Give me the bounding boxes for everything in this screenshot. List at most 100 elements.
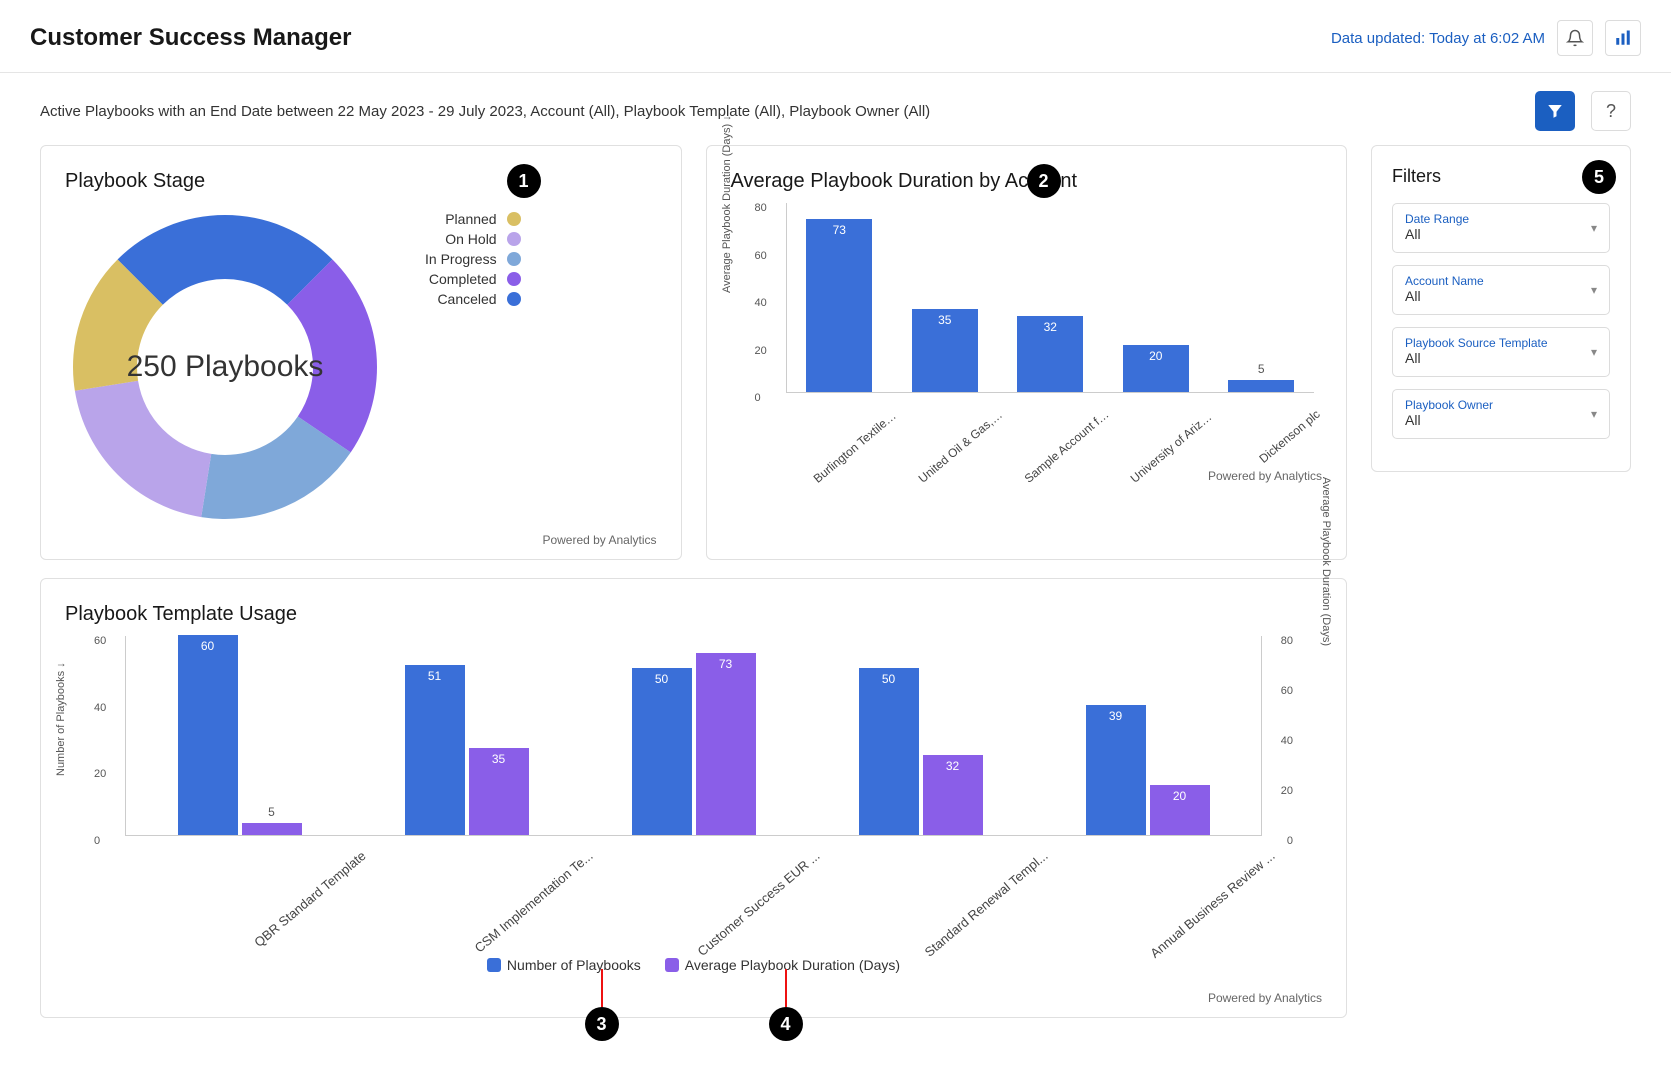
donut-slice-on-hold[interactable] (75, 381, 211, 517)
legend-label: Canceled (437, 291, 496, 307)
playbook-stage-card: Playbook Stage 1 250 Playbooks Planned On… (40, 145, 682, 560)
legend-label: Planned (445, 211, 496, 227)
y-tick-right: 60 (1281, 685, 1293, 697)
y-tick-right: 80 (1281, 635, 1293, 647)
x-tick-label: Dickenson plc (1233, 407, 1359, 529)
callout-4: 4 (769, 1007, 803, 1041)
bell-icon-button[interactable] (1557, 20, 1593, 56)
analytics-icon-button[interactable] (1605, 20, 1641, 56)
y-axis-label-left: Number of Playbooks ↓ (55, 662, 67, 776)
y-axis-label-right: Average Playbook Duration (Days) (1320, 477, 1332, 646)
bar[interactable]: 50 (632, 668, 692, 835)
donut-slice-canceled[interactable] (118, 215, 333, 305)
bar[interactable]: 20 (1123, 345, 1189, 393)
filter-value: All (1405, 288, 1421, 304)
bar-value-label: 5 (268, 805, 275, 819)
callout-3: 3 (585, 1007, 619, 1041)
y-tick-right: 0 (1287, 835, 1293, 847)
y-tick-left: 0 (94, 835, 100, 847)
filter-summary-row: Active Playbooks with an End Date betwee… (0, 73, 1671, 145)
bar[interactable]: 32 (1017, 316, 1083, 392)
help-button[interactable]: ? (1591, 91, 1631, 131)
y-tick: 0 (755, 392, 761, 404)
filter-select-account-name[interactable]: Account NameAll ▾ (1392, 265, 1610, 315)
bar[interactable]: 32 (923, 755, 983, 835)
bar[interactable]: 35 (469, 748, 529, 836)
filter-select-playbook-owner[interactable]: Playbook OwnerAll▾ (1392, 389, 1610, 439)
filter-summary-text: Active Playbooks with an End Date betwee… (40, 103, 930, 120)
bar-value-label: 60 (201, 639, 214, 653)
bar[interactable]: 5 (242, 823, 302, 836)
filter-select-date-range[interactable]: Date RangeAll▾ (1392, 203, 1610, 253)
bar[interactable]: 73 (806, 219, 872, 392)
bar-value-label: 39 (1109, 709, 1122, 723)
bar[interactable]: 35 (912, 309, 978, 392)
y-tick: 60 (755, 250, 767, 262)
filter-select-playbook-source-template[interactable]: Playbook Source TemplateAll▾ (1392, 327, 1610, 377)
bar-value-label: 51 (428, 669, 441, 683)
y-tick: 80 (755, 202, 767, 214)
legend-row[interactable]: Canceled (425, 291, 521, 307)
y-tick-left: 60 (94, 635, 106, 647)
y-tick: 40 (755, 297, 767, 309)
usage-bar-chart[interactable]: Number of Playbooks ↓ Average Playbook D… (65, 636, 1322, 956)
y-tick: 20 (755, 345, 767, 357)
bar[interactable]: 5 (1228, 380, 1294, 392)
filter-value: All (1405, 412, 1421, 428)
legend-row[interactable]: Planned (425, 211, 521, 227)
donut-chart[interactable]: 250 Playbooks (65, 207, 385, 527)
bar-value-label: 20 (1149, 349, 1162, 363)
y-tick-left: 20 (94, 768, 106, 780)
callout-1: 1 (507, 164, 541, 198)
bar-value-label: 73 (719, 657, 732, 671)
chevron-down-icon: ▾ (1591, 283, 1597, 297)
legend-swatch (507, 252, 521, 266)
filter-button[interactable] (1535, 91, 1575, 131)
bar[interactable]: 51 (405, 665, 465, 835)
y-tick-right: 20 (1281, 785, 1293, 797)
header: Customer Success Manager Data updated: T… (0, 0, 1671, 73)
y-axis-label: Average Playbook Duration (Days) ↓ (721, 115, 733, 293)
legend-row[interactable]: On Hold (425, 231, 521, 247)
chart-icon (1614, 29, 1632, 47)
legend-row[interactable]: Completed (425, 271, 521, 287)
legend-label: Completed (429, 271, 497, 287)
donut-center-label: 250 Playbooks (127, 350, 324, 384)
duration-bar-chart[interactable]: Average Playbook Duration (Days) ↓ 73353… (731, 203, 1323, 463)
x-tick-label: United Oil & Gas, UK (916, 407, 1042, 529)
card-title: Playbook Stage (65, 170, 657, 193)
x-tick-label: Burlington Textiles Co... (810, 407, 936, 529)
legend-label: In Progress (425, 251, 497, 267)
callout-2: 2 (1027, 164, 1061, 198)
bar[interactable]: 50 (859, 668, 919, 835)
bar[interactable]: 39 (1086, 705, 1146, 835)
bell-icon (1566, 29, 1584, 47)
filter-label: Account Name (1405, 274, 1597, 288)
bar-value-label: 50 (655, 672, 668, 686)
legend-swatch (507, 212, 521, 226)
legend-swatch (507, 232, 521, 246)
bar[interactable]: 73 (696, 653, 756, 836)
bar-value-label: 20 (1173, 789, 1186, 803)
chevron-down-icon: ▾ (1591, 407, 1597, 421)
bar[interactable]: 20 (1150, 785, 1210, 835)
filters-panel: Filters 5 Date RangeAll▾Account NameAll▾… (1371, 145, 1631, 472)
legend-label: On Hold (445, 231, 496, 247)
leader-line (601, 969, 603, 1007)
filter-label: Date Range (1405, 212, 1597, 226)
legend-row[interactable]: In Progress (425, 251, 521, 267)
bar-value-label: 35 (938, 313, 951, 327)
chevron-down-icon: ▾ (1591, 345, 1597, 359)
data-updated-text: Data updated: Today at 6:02 AM (1331, 30, 1545, 47)
legend-swatch (507, 272, 521, 286)
x-tick-label: University of Arizona (1127, 407, 1253, 529)
bar-value-label: 32 (1044, 320, 1057, 334)
bar[interactable]: 60 (178, 635, 238, 835)
y-tick-left: 40 (94, 702, 106, 714)
donut-legend: Planned On Hold In Progress Completed Cancel… (425, 211, 521, 307)
funnel-icon (1546, 102, 1564, 120)
legend-swatch (507, 292, 521, 306)
bar-value-label: 32 (946, 759, 959, 773)
y-tick-right: 40 (1281, 735, 1293, 747)
page-title: Customer Success Manager (30, 24, 351, 52)
